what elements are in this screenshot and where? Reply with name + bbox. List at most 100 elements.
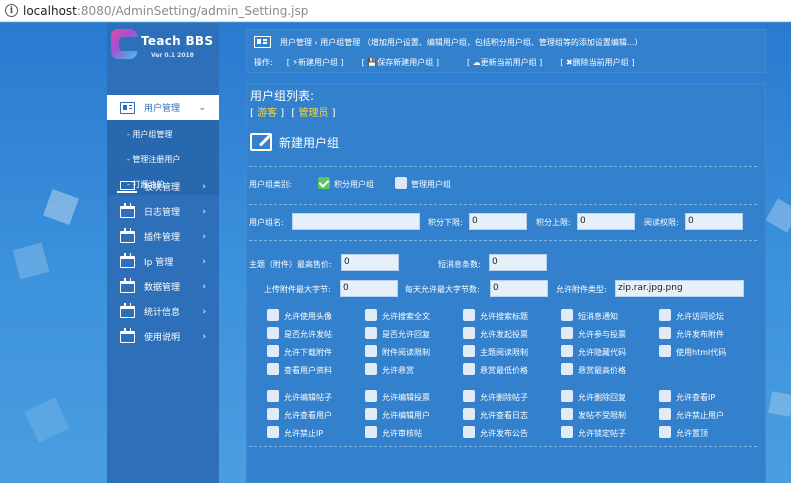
upload-max-input[interactable]: 0 <box>340 280 398 297</box>
header-panel: 用户管理 › 用户组管理 （增加用户设置、编辑用户组，包括积分用户组、管理组等的… <box>246 29 766 73</box>
permission-checkbox[interactable] <box>365 309 377 321</box>
topic-price-label: 主题（附件）最高售价: <box>249 260 332 269</box>
permission-checkbox[interactable] <box>267 408 279 420</box>
permission-label: 允许查看用户 <box>284 411 332 420</box>
permission-checkbox[interactable] <box>561 426 573 438</box>
submenu-item-registered-users[interactable]: - 管理注册用户 <box>127 154 180 165</box>
chevron-right-icon: › <box>202 206 206 217</box>
sidebar: Teach BBS Ver 0.1 2018 用户管理 ⌄ - 用户组管理 - … <box>107 23 219 483</box>
permission-label: 允许删除回复 <box>578 393 626 402</box>
permission-label: 允许发布公告 <box>480 429 528 438</box>
logo-icon <box>111 29 137 59</box>
permission-label: 允许搜索全文 <box>382 312 430 321</box>
sidebar-item-ip[interactable]: Ip 管理 › <box>107 249 219 274</box>
address-bar[interactable]: i localhost:8080/AdminSetting/admin_Sett… <box>0 0 791 22</box>
logo-title: Teach BBS <box>141 34 214 48</box>
permission-label: 允许使用头像 <box>284 312 332 321</box>
permission-checkbox[interactable] <box>267 327 279 339</box>
url-path: :8080/AdminSetting/admin_Setting.jsp <box>76 3 309 18</box>
permission-checkbox[interactable] <box>463 327 475 339</box>
permission-checkbox[interactable] <box>463 426 475 438</box>
permission-checkbox[interactable] <box>365 408 377 420</box>
permission-checkbox[interactable] <box>659 309 671 321</box>
permission-checkbox[interactable] <box>463 309 475 321</box>
permission-label: 是否允许回复 <box>382 330 430 339</box>
permission-checkbox[interactable] <box>659 327 671 339</box>
topic-price-input[interactable]: 0 <box>341 254 399 271</box>
new-group-button[interactable]: [ ⚡新建用户组 ] <box>287 57 344 68</box>
points-group-checkbox[interactable] <box>318 177 330 189</box>
permission-checkbox[interactable] <box>365 390 377 402</box>
read-perm-input[interactable]: 0 <box>685 213 743 230</box>
permission-checkbox[interactable] <box>561 363 573 375</box>
score-max-input[interactable]: 0 <box>577 213 635 230</box>
permission-label: 悬赏最低价格 <box>480 366 528 375</box>
group-tag-admin[interactable]: 管理员 <box>298 108 328 119</box>
decor-shape <box>768 391 791 417</box>
info-icon[interactable]: i <box>5 4 18 17</box>
permission-checkbox[interactable] <box>659 390 671 402</box>
permission-checkbox[interactable] <box>365 345 377 357</box>
update-group-button[interactable]: [ ☁更新当前用户组 ] <box>467 57 542 68</box>
permission-checkbox[interactable] <box>659 426 671 438</box>
permission-checkbox[interactable] <box>365 363 377 375</box>
chevron-right-icon: › <box>202 306 206 317</box>
permission-checkbox[interactable] <box>365 327 377 339</box>
permission-checkbox[interactable] <box>463 345 475 357</box>
permission-label: 悬赏最高价格 <box>578 366 626 375</box>
permission-checkbox[interactable] <box>463 408 475 420</box>
save-group-button[interactable]: [ 💾保存新建用户组 ] <box>362 57 439 68</box>
sidebar-item-plugins[interactable]: 插件管理 › <box>107 224 219 249</box>
bracket: ] <box>277 108 285 119</box>
edit-icon <box>250 133 272 151</box>
permission-checkbox[interactable] <box>267 426 279 438</box>
permission-label: 允许锁定帖子 <box>578 429 626 438</box>
calendar-icon <box>120 327 135 343</box>
permission-checkbox[interactable] <box>659 408 671 420</box>
group-tag-guest[interactable]: 游客 <box>257 108 277 119</box>
permission-checkbox[interactable] <box>267 309 279 321</box>
permission-checkbox[interactable] <box>561 390 573 402</box>
sms-count-label: 短消息条数: <box>438 260 481 269</box>
permission-checkbox[interactable] <box>659 345 671 357</box>
sidebar-item-board[interactable]: 板块管理 › <box>107 174 219 199</box>
logo-version: Ver 0.1 2018 <box>151 52 194 59</box>
permission-checkbox[interactable] <box>463 390 475 402</box>
decor-shape <box>43 189 79 225</box>
sidebar-item-help[interactable]: 使用说明 › <box>107 324 219 349</box>
new-group-title: 新建用户组 <box>279 135 340 150</box>
permission-checkbox[interactable] <box>463 363 475 375</box>
permission-checkbox[interactable] <box>561 408 573 420</box>
sms-count-input[interactable]: 0 <box>489 254 547 271</box>
group-name-input[interactable] <box>292 213 420 230</box>
daily-max-input[interactable]: 0 <box>490 280 548 297</box>
admin-group-checkbox[interactable] <box>395 177 407 189</box>
ops-label: 操作: <box>254 58 273 67</box>
attach-types-input[interactable]: zip.rar.jpg.png <box>615 280 744 297</box>
score-max-label: 积分上限: <box>536 218 571 227</box>
sidebar-item-data[interactable]: 数据管理 › <box>107 274 219 299</box>
id-card-icon <box>120 101 135 114</box>
chevron-right-icon: › <box>202 231 206 242</box>
permission-checkbox[interactable] <box>561 309 573 321</box>
operations-bar: 操作: [ ⚡新建用户组 ] [ 💾保存新建用户组 ] [ ☁更新当前用户组 ]… <box>254 57 652 68</box>
submenu-item-group-management[interactable]: - 用户组管理 <box>127 129 172 140</box>
delete-group-button[interactable]: [ ✖删除当前用户组 ] <box>560 57 634 68</box>
permission-checkbox[interactable] <box>561 327 573 339</box>
permission-label: 允许编辑用户 <box>382 411 430 420</box>
permission-checkbox[interactable] <box>561 345 573 357</box>
permission-checkbox[interactable] <box>267 345 279 357</box>
upload-max-label: 上传附件最大字节: <box>264 285 331 294</box>
calendar-icon <box>120 202 135 218</box>
sidebar-item-logs[interactable]: 日志管理 › <box>107 199 219 224</box>
score-min-input[interactable]: 0 <box>469 213 527 230</box>
permission-label: 短消息通知 <box>578 312 618 321</box>
permission-label: 附件阅读限制 <box>382 348 430 357</box>
permission-checkbox[interactable] <box>267 390 279 402</box>
sidebar-item-stats[interactable]: 统计信息 › <box>107 299 219 324</box>
permission-label: 允许发布附件 <box>676 330 724 339</box>
sidebar-item-user-management[interactable]: 用户管理 ⌄ <box>107 95 219 120</box>
permission-checkbox[interactable] <box>365 426 377 438</box>
bracket: ] <box>328 108 336 119</box>
permission-checkbox[interactable] <box>267 363 279 375</box>
